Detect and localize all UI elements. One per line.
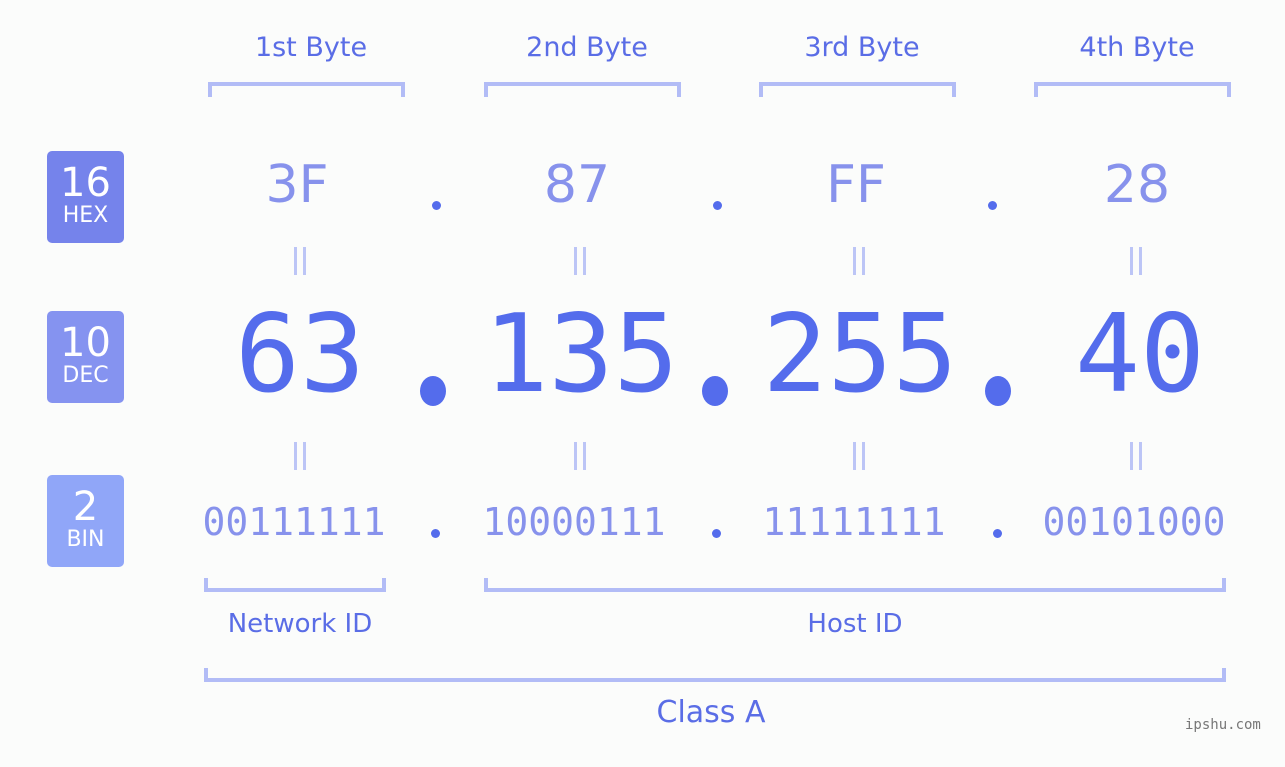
dec-separator-dot-3 [985,376,1011,406]
bin-value-1: 00111111 [202,500,386,544]
hex-value-1: 3F [265,155,329,215]
byte-bracket-3 [759,82,956,97]
bin-separator-dot-2 [712,529,721,538]
bin-value-2: 10000111 [482,500,666,544]
dec-badge-unit: DEC [62,363,109,388]
equals-icon [851,247,867,275]
hex-separator-dot-3 [988,201,997,210]
bin-separator-dot-3 [993,529,1002,538]
class-label: Class A [656,695,766,730]
dec-value-3: 255 [762,292,958,417]
bin-badge-unit: BIN [66,527,105,552]
dec-separator-dot-1 [420,376,446,406]
dec-separator-dot-2 [702,376,728,406]
equals-icon [851,442,867,470]
watermark: ipshu.com [1185,717,1261,733]
byte-label-2: 2nd Byte [526,32,648,63]
hex-value-3: FF [826,155,886,215]
equals-icon [292,247,308,275]
byte-bracket-4 [1034,82,1231,97]
byte-label-1: 1st Byte [254,32,368,63]
class-bracket [204,668,1226,682]
equals-icon [1128,247,1144,275]
byte-bracket-2 [484,82,681,97]
equals-icon [1128,442,1144,470]
hex-separator-dot-1 [432,201,441,210]
network-id-label: Network ID [227,609,373,639]
hex-separator-dot-2 [713,201,722,210]
host-id-bracket [484,578,1226,592]
dec-value-2: 135 [483,292,679,417]
dec-value-4: 40 [1074,292,1206,417]
bin-separator-dot-1 [431,529,440,538]
bin-badge-base: 2 [72,484,99,530]
hex-value-4: 28 [1103,155,1171,215]
equals-icon [572,442,588,470]
host-id-label: Host ID [807,609,903,639]
hex-badge: 16 HEX [47,151,124,243]
hex-badge-unit: HEX [62,203,109,228]
byte-bracket-1 [208,82,405,97]
equals-icon [292,442,308,470]
dec-value-1: 63 [234,292,366,417]
equals-icon [572,247,588,275]
dec-badge: 10 DEC [47,311,124,403]
hex-value-2: 87 [543,155,611,215]
dec-badge-base: 10 [60,320,111,366]
bin-value-3: 11111111 [762,500,946,544]
byte-label-3: 3rd Byte [804,32,920,63]
network-id-bracket [204,578,386,592]
byte-label-4: 4th Byte [1079,32,1195,63]
bin-badge: 2 BIN [47,475,124,567]
bin-value-4: 00101000 [1042,500,1226,544]
hex-badge-base: 16 [60,160,111,206]
